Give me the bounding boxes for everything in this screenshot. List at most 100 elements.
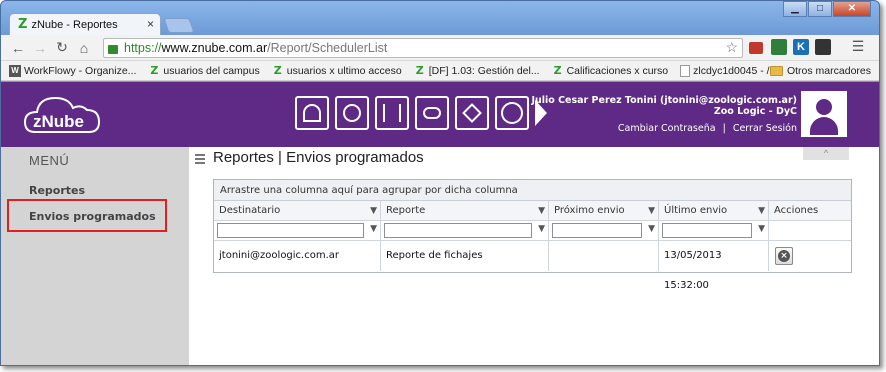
bookmark-label: usuarios x ultimo acceso xyxy=(286,64,402,77)
cloud-settings-icon[interactable] xyxy=(415,96,449,130)
filter-proximo-input[interactable] xyxy=(552,223,642,238)
document-icon xyxy=(680,64,691,77)
tab-strip: Z zNube - Reportes × ▁ □ ✕ xyxy=(1,1,879,35)
link-separator: | xyxy=(722,123,726,134)
url-scheme: https:// xyxy=(124,41,162,55)
filter-icon[interactable]: ▼ xyxy=(648,224,655,234)
home-icon[interactable]: ⌂ xyxy=(73,40,95,56)
sidebar-item-envios-programados[interactable]: Envios programados xyxy=(29,210,156,223)
hamburger-icon[interactable] xyxy=(195,154,205,166)
column-label: Destinatario xyxy=(219,205,281,216)
filter-reporte-input[interactable] xyxy=(384,223,532,238)
other-bookmarks[interactable]: Otros marcadores xyxy=(769,61,871,81)
users-settings-icon[interactable] xyxy=(295,96,329,130)
clock-icon[interactable] xyxy=(495,96,529,130)
column-header[interactable]: Próximo envio ▼ xyxy=(549,201,659,220)
company-name: Zoo Logic - DyC xyxy=(713,106,797,117)
filter-cell: ▼ xyxy=(214,221,381,240)
znube-icon: Z xyxy=(273,63,282,77)
bookmark-item[interactable]: Zusuarios x ultimo acceso xyxy=(272,63,402,77)
filter-cell: ▼ xyxy=(659,221,769,240)
bookmark-label: Calificaciones x curso xyxy=(566,64,669,77)
cell-destinatario: jtonini@zoologic.com.ar xyxy=(214,241,381,271)
filter-destinatario-input[interactable] xyxy=(217,223,364,238)
column-label: Próximo envio xyxy=(554,205,625,216)
filter-icon[interactable]: ▼ xyxy=(370,201,377,221)
bookmark-item[interactable]: Zusuarios del campus xyxy=(148,63,260,77)
column-header[interactable]: Destinatario ▼ xyxy=(214,201,381,220)
filter-cell: ▼ xyxy=(549,221,659,240)
browser-window: Z zNube - Reportes × ▁ □ ✕ ← → ↻ ⌂ https… xyxy=(0,0,880,366)
user-info: Julio Cesar Perez Tonini (jtonini@zoolog… xyxy=(531,95,797,117)
znube-favicon-icon: Z xyxy=(18,17,28,32)
logout-link[interactable]: Cerrar Sesión xyxy=(733,123,797,134)
lock-icon xyxy=(108,45,118,54)
filter-icon[interactable]: ▼ xyxy=(758,224,765,234)
filter-icon[interactable]: ▼ xyxy=(648,201,655,221)
chrome-menu-icon[interactable]: ☰ xyxy=(847,38,869,55)
user-name: Julio Cesar Perez Tonini (jtonini@zoolog… xyxy=(531,95,797,106)
sidebar-item-reportes[interactable]: Reportes xyxy=(29,184,85,197)
column-header[interactable]: Último envio ▼ xyxy=(659,201,769,220)
bookmark-item[interactable]: zlcdyc1d0045 - / xyxy=(680,64,770,77)
other-bookmarks-label: Otros marcadores xyxy=(786,65,871,77)
change-password-link[interactable]: Cambiar Contraseña xyxy=(618,123,716,134)
bookmark-item[interactable]: Z [DF] 1.03: Gestión del... xyxy=(414,63,540,77)
tab-close-icon[interactable]: × xyxy=(147,17,154,31)
filter-icon[interactable]: ▼ xyxy=(758,201,765,221)
folder-icon xyxy=(769,66,783,76)
cell-acciones: × xyxy=(769,241,851,271)
cell-ultimo-envio: 13/05/2013 15:32:00 xyxy=(659,241,769,291)
minimize-button[interactable]: ▁ xyxy=(783,1,807,17)
extension-books-icon[interactable] xyxy=(749,42,763,54)
filter-icon[interactable]: ▼ xyxy=(538,224,545,234)
group-by-bar[interactable]: Arrastre una columna aquí para agrupar p… xyxy=(214,180,851,201)
cell-reporte: Reporte de fichajes xyxy=(381,241,549,271)
bookmarks-bar: W WorkFlowy - Organize... Zusuarios del c… xyxy=(1,61,879,81)
extension-j-icon[interactable] xyxy=(771,39,787,55)
new-tab-button[interactable] xyxy=(163,18,195,33)
filter-ultimo-input[interactable] xyxy=(662,223,752,238)
bookmark-label: WorkFlowy - Organize... xyxy=(24,64,137,77)
maximize-button[interactable]: □ xyxy=(808,1,832,17)
znube-icon: Z xyxy=(150,63,159,77)
main-content: Reportes | Envios programados ^ Arrastre… xyxy=(189,147,879,365)
menu-title: MENÚ xyxy=(29,153,70,168)
avatar[interactable] xyxy=(801,91,847,137)
column-header[interactable]: Acciones xyxy=(769,201,851,220)
znube-icon: Z xyxy=(415,63,424,77)
address-bar[interactable]: https:// www.znube.com.ar /Report/Schedu… xyxy=(103,38,743,58)
filter-icon[interactable]: ▼ xyxy=(538,201,545,221)
bookmark-label: zlcdyc1d0045 - / xyxy=(693,64,770,77)
scheduler-grid: Arrastre una columna aquí para agrupar p… xyxy=(213,179,852,291)
browser-tab[interactable]: Z zNube - Reportes × xyxy=(9,13,161,35)
bookmark-item[interactable]: W WorkFlowy - Organize... xyxy=(9,64,137,77)
bookmark-item[interactable]: Z Calificaciones x curso xyxy=(552,64,669,77)
delete-button[interactable]: × xyxy=(775,247,793,265)
url-path: /Report/SchedulerList xyxy=(267,41,388,55)
url-host: www.znube.com.ar xyxy=(161,41,268,55)
collapse-button[interactable]: ^ xyxy=(803,147,849,160)
close-window-button[interactable]: ✕ xyxy=(833,1,871,17)
avatar-body xyxy=(810,117,838,135)
znube-logo[interactable]: zNube xyxy=(23,92,107,138)
column-label: Acciones xyxy=(774,205,819,216)
user-sync-icon[interactable] xyxy=(335,96,369,130)
extension-screenshot-icon[interactable] xyxy=(815,39,831,55)
app-header: zNube Julio Cesar Perez Tonini (jtonini@… xyxy=(1,82,879,147)
bookmark-star-icon[interactable]: ☆ xyxy=(725,39,738,56)
back-icon[interactable]: ← xyxy=(7,40,29,56)
extension-k-icon[interactable]: K xyxy=(793,39,809,55)
grid-header-row: Destinatario ▼ Reporte ▼ Próximo envio ▼ Úl… xyxy=(214,201,851,221)
filter-cell: ▼ xyxy=(381,221,549,240)
split-arrows-icon[interactable] xyxy=(375,96,409,130)
column-header[interactable]: Reporte ▼ xyxy=(381,201,549,220)
cell-proximo-envio xyxy=(549,241,659,271)
filter-icon[interactable]: ▼ xyxy=(370,224,377,234)
reload-icon[interactable]: ↻ xyxy=(51,39,73,56)
table-row[interactable]: jtonini@zoologic.com.ar Reporte de ficha… xyxy=(214,241,851,291)
cube-icon[interactable] xyxy=(455,96,489,130)
bookmark-label: usuarios del campus xyxy=(163,64,260,77)
forward-icon[interactable]: → xyxy=(29,40,51,56)
grid-filter-row: ▼ ▼ ▼ ▼ xyxy=(214,221,851,241)
